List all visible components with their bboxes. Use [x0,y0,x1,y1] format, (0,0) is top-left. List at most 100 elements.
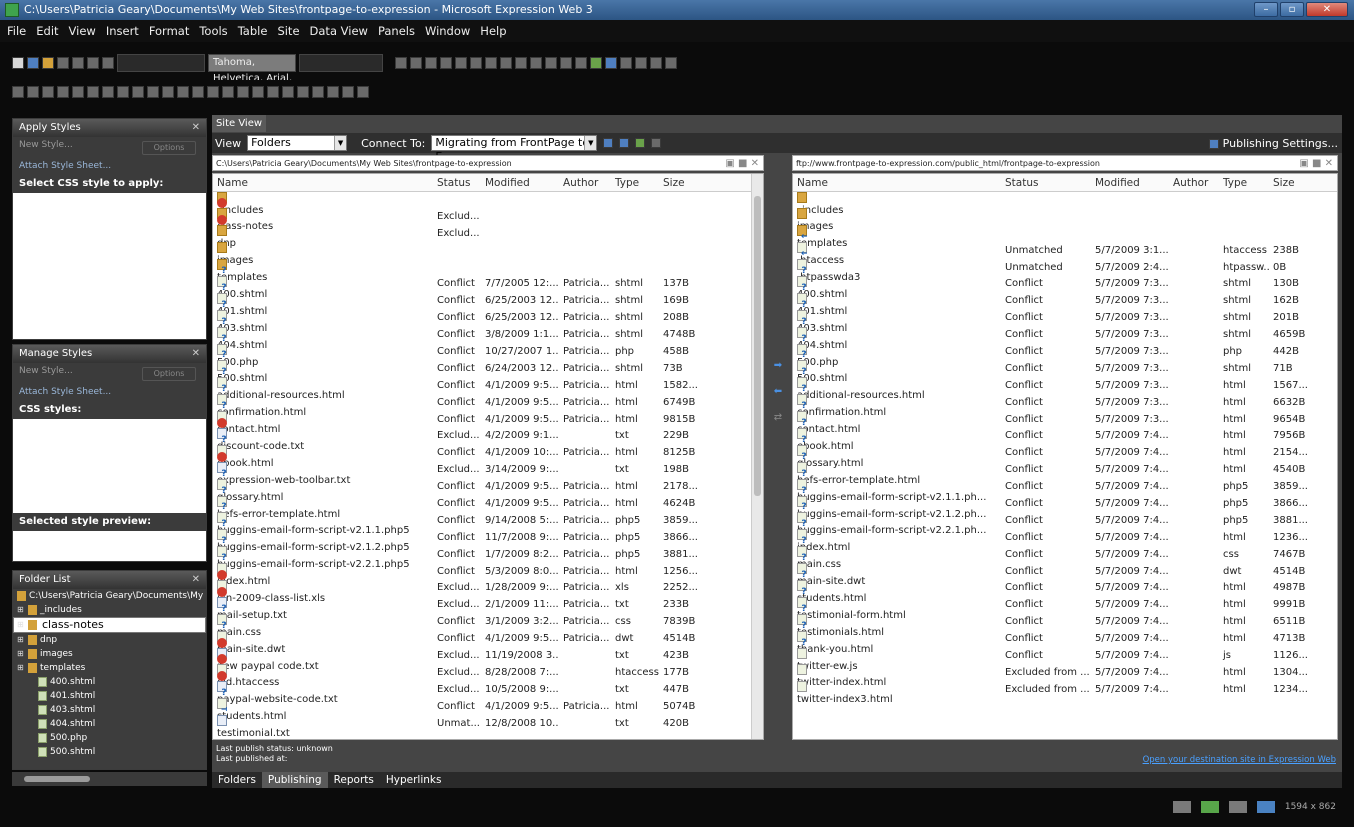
chevron-down-icon[interactable]: ▼ [334,136,347,150]
align-middle-icon[interactable] [132,86,144,98]
pane-actions-icon[interactable]: ▣ ■ ✕ [1299,156,1333,170]
expand-icon[interactable]: ⊞ [17,647,25,661]
numbered-list-icon[interactable] [515,57,527,69]
code-view-icon[interactable] [1228,801,1247,813]
preview-icon[interactable] [665,57,677,69]
grid-icon[interactable] [327,86,339,98]
tab-publishing[interactable]: Publishing [261,772,328,788]
align-left-icon[interactable] [470,57,482,69]
menu-item-panels[interactable]: Panels [373,20,420,42]
css-styles-list[interactable] [13,419,206,513]
expand-icon[interactable]: ⊞ [17,661,25,675]
style-app-icon[interactable] [1200,801,1219,813]
pointer-icon[interactable] [282,86,294,98]
insert-layer-icon[interactable] [635,57,647,69]
tab-site-view[interactable]: Site View [212,115,266,132]
select-table-icon[interactable] [72,86,84,98]
folder-tree-item[interactable]: ⊞ class-notes [13,617,206,633]
minimize-icon[interactable]: – [1254,2,1278,17]
folder-tree-item[interactable]: ⊞ dnp [13,633,206,647]
menu-item-window[interactable]: Window [420,20,475,42]
borders-icon[interactable] [575,57,587,69]
circle-icon[interactable] [312,86,324,98]
chevron-down-icon[interactable]: ▼ [584,136,597,150]
autofit-icon[interactable] [192,86,204,98]
folder-tree-item[interactable]: 500.php [13,731,206,745]
attach-style-sheet-link[interactable]: Attach Style Sheet... [13,159,206,175]
menu-item-insert[interactable]: Insert [101,20,144,42]
draw-table-icon[interactable] [207,86,219,98]
tab-hyperlinks[interactable]: Hyperlinks [380,772,448,788]
connect-to-select[interactable]: Migrating from FrontPage to E▼ [431,135,598,163]
insert-row-icon[interactable] [27,86,39,98]
menu-item-data-view[interactable]: Data View [305,20,373,42]
menu-item-edit[interactable]: Edit [31,20,63,42]
publishing-settings-button[interactable]: Publishing Settings... [1209,137,1338,150]
folder-tree-item[interactable]: ⊞ templates [13,661,206,675]
column-header-type[interactable]: Type [611,174,659,191]
column-header-size[interactable]: Size [659,174,717,191]
folder-root[interactable]: C:\Users\Patricia Geary\Documents\My [13,589,206,603]
scrollbar-thumb[interactable] [754,196,761,496]
fill-color-icon[interactable] [237,86,249,98]
menu-item-table[interactable]: Table [233,20,273,42]
folder-tree-item[interactable]: ⊞ images [13,647,206,661]
merge-cells-icon[interactable] [87,86,99,98]
disconnect-icon[interactable] [619,138,630,148]
maximize-icon[interactable]: ▫ [1280,2,1304,17]
column-header-size[interactable]: Size [1269,174,1325,191]
synchronize-icon[interactable]: ⇄ [766,412,790,438]
save-icon[interactable] [27,57,39,69]
pin-close-icon[interactable]: ✕ [192,345,200,363]
attach-style-sheet-link[interactable]: Attach Style Sheet... [13,385,206,401]
local-scrollbar[interactable] [751,174,763,739]
bold-icon[interactable] [425,57,437,69]
tab-folders[interactable]: Folders [212,772,262,788]
delete-cells-icon[interactable] [57,86,69,98]
menu-item-site[interactable]: Site [272,20,304,42]
align-bottom-icon[interactable] [147,86,159,98]
ruler-icon[interactable] [342,86,354,98]
menu-item-view[interactable]: View [64,20,101,42]
align-right-icon[interactable] [500,57,512,69]
tab-reports[interactable]: Reports [328,772,380,788]
bullet-list-icon[interactable] [530,57,542,69]
visual-aids-icon[interactable] [1172,801,1191,813]
open-icon[interactable] [42,57,54,69]
publish-left-icon[interactable]: ⬅ [766,386,790,412]
options-button[interactable]: Options [142,367,196,381]
new-style-button[interactable]: New Style... [19,140,73,150]
apply-styles-list[interactable] [13,193,206,339]
italic-icon[interactable] [440,57,452,69]
underline-icon[interactable] [455,57,467,69]
connect-icon[interactable] [603,138,614,148]
style-dropdown[interactable] [117,54,205,72]
new-page-icon[interactable] [12,57,24,69]
pin-close-icon[interactable]: ✕ [192,571,200,589]
font-family-dropdown[interactable]: Tahoma, Helvetica, Arial, [208,54,296,84]
menu-item-file[interactable]: File [2,20,31,42]
file-row[interactable]: twitter-index3.html Excluded from ... 5/7/… [793,681,1337,705]
column-header-status[interactable]: Status [433,174,481,191]
insert-table-icon[interactable] [620,57,632,69]
folder-list-scrollbar[interactable] [12,772,207,786]
column-header-status[interactable]: Status [1001,174,1091,191]
print-icon[interactable] [57,57,69,69]
font-size-dropdown[interactable] [299,54,383,72]
redo-icon[interactable] [410,57,422,69]
refresh-icon[interactable] [635,138,646,148]
font-color-icon[interactable] [605,57,617,69]
expand-icon[interactable]: ⊞ [17,618,25,632]
view-select[interactable]: Folders ▼ [247,135,348,151]
doctype-icon[interactable] [1256,801,1275,813]
cell-icon[interactable] [297,86,309,98]
folder-tree-item[interactable]: 404.shtml [13,717,206,731]
outdent-icon[interactable] [545,57,557,69]
distribute-columns-icon[interactable] [177,86,189,98]
insert-picture-icon[interactable] [650,57,662,69]
column-header-author[interactable]: Author [559,174,611,191]
layout-cell-icon[interactable] [267,86,279,98]
file-row[interactable]: → testimonial.txt Unmat... 12/8/2008 10... t… [213,705,763,739]
folder-tree-item[interactable]: 401.shtml [13,689,206,703]
layout-table-icon[interactable] [252,86,264,98]
